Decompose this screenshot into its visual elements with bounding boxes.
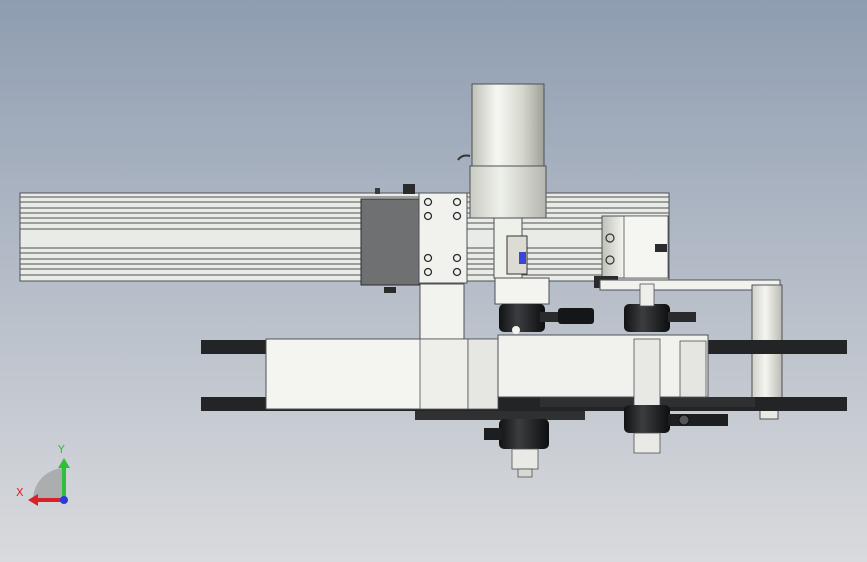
carriage-plate [418, 192, 468, 284]
box-handle-pin [375, 188, 380, 194]
junction-box [360, 184, 420, 293]
coupling-blue-mark [519, 252, 526, 264]
left-tool-tip [511, 448, 539, 470]
aluminium-profile-rail [19, 192, 670, 282]
upper-clamp-right [624, 304, 670, 332]
x-axis-label: X [16, 486, 24, 499]
lower-clamp-right [624, 405, 670, 433]
box-body [360, 198, 420, 286]
box-handle [403, 184, 415, 194]
y-axis-label: Y [58, 443, 65, 456]
profile-body [19, 192, 670, 282]
z-axis-dot-icon [60, 496, 68, 504]
right-actuator [594, 215, 669, 288]
lower-clamp-left [499, 419, 549, 449]
cad-viewport[interactable]: Y X [0, 0, 867, 562]
stage-body [265, 334, 709, 412]
box-bottom-clip [384, 287, 396, 293]
right-tool-tip [633, 432, 661, 454]
clamp-lever [558, 308, 594, 324]
right-clamp-stem [639, 283, 655, 307]
upper-clamp-left [499, 304, 545, 332]
assembly-drawing [19, 83, 847, 506]
lower-disc [415, 411, 585, 420]
clamp-knob-icon [678, 414, 690, 426]
coordinate-triad [28, 458, 70, 506]
motor-base-block [494, 277, 550, 305]
motor-flange [469, 165, 547, 219]
motor-can [471, 83, 545, 169]
motor-cable-icon [457, 154, 471, 161]
